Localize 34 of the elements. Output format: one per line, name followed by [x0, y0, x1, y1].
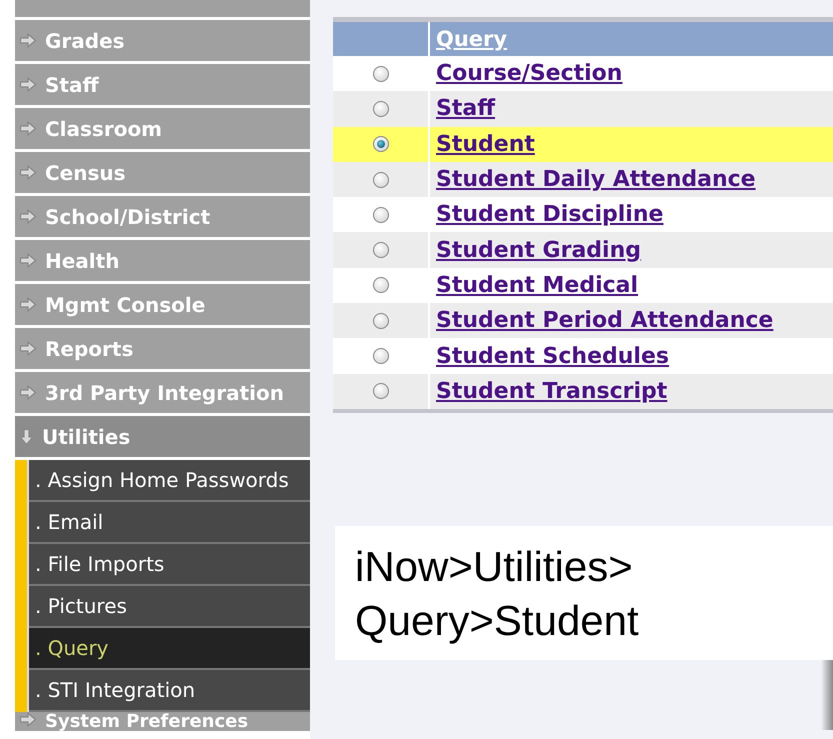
table-row-link[interactable]: Staff — [436, 96, 496, 122]
table-row-link[interactable]: Student Medical — [436, 272, 638, 298]
submenu-item[interactable]: . STI Integration — [29, 670, 310, 712]
radio-button[interactable] — [372, 66, 388, 82]
arrow-icon — [19, 341, 37, 356]
arrow-icon — [19, 253, 37, 268]
arrow-icon — [19, 77, 37, 92]
submenu-item[interactable]: . Query — [29, 628, 310, 670]
table-row-link[interactable]: Course/Section — [436, 61, 622, 86]
caption-text: iNow>Utilities> Query>Student — [335, 526, 833, 660]
submenu-item[interactable]: . File Imports — [29, 544, 310, 586]
radio-button[interactable] — [372, 136, 388, 152]
radio-button[interactable] — [372, 206, 388, 223]
submenu-item[interactable]: . Email — [29, 502, 310, 544]
table-row-link[interactable]: Student — [436, 132, 535, 157]
window-edge-shadow — [821, 660, 833, 730]
arrow-icon — [19, 209, 37, 224]
radio-button[interactable] — [372, 172, 388, 188]
radio-button[interactable] — [372, 277, 388, 294]
table-row-link[interactable]: Student Discipline — [436, 202, 664, 228]
radio-button[interactable] — [372, 348, 388, 364]
arrow-icon — [19, 121, 37, 136]
arrow-icon — [19, 297, 37, 312]
arrow-icon — [19, 385, 37, 400]
arrow-icon — [19, 428, 34, 446]
table-row-link[interactable]: Student Schedules — [436, 344, 669, 369]
submenu-item[interactable]: . Pictures — [29, 586, 310, 628]
radio-button[interactable] — [372, 312, 388, 329]
arrow-icon — [19, 165, 37, 180]
radio-button[interactable] — [372, 383, 388, 400]
submenu-item[interactable]: . Assign Home Passwords — [29, 460, 310, 502]
arrow-icon — [19, 33, 37, 48]
radio-button[interactable] — [372, 242, 388, 258]
radio-button[interactable] — [372, 100, 388, 117]
